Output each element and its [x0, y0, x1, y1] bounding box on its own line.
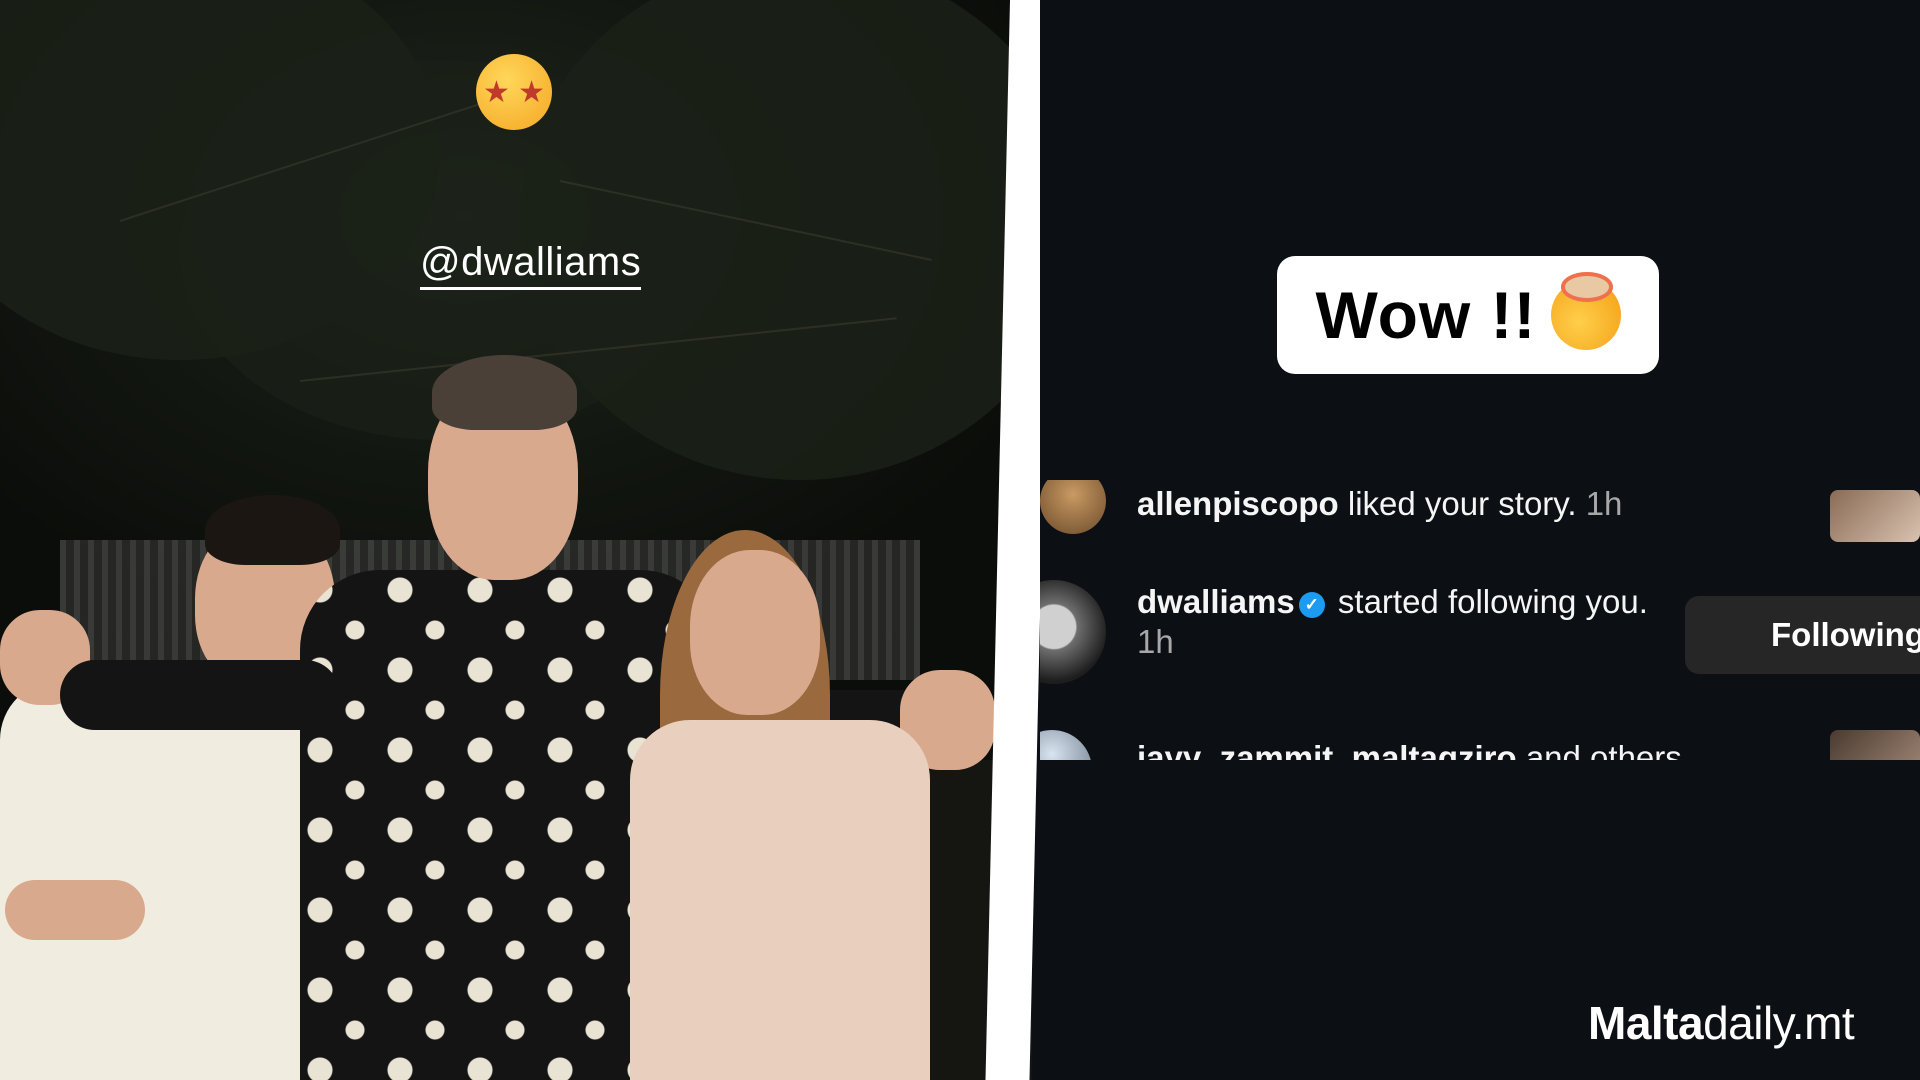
reply-text: Wow !! — [1315, 278, 1537, 352]
avatar[interactable] — [1040, 730, 1092, 760]
notification-time: 1h — [1576, 485, 1623, 522]
beige-top — [630, 720, 930, 1080]
face — [690, 550, 820, 715]
reply-sticker: Wow !! — [1277, 256, 1659, 374]
notification-message: started following you. — [1328, 583, 1648, 620]
notification-text: jayy_zammit, maltagziro and others — [1137, 738, 1682, 760]
story-mention-tag[interactable]: @dwalliams — [420, 240, 642, 290]
notification-row[interactable]: jayy_zammit, maltagziro and others — [1040, 730, 1920, 760]
notification-text: dwalliams ✓ started following you. 1h — [1137, 582, 1657, 662]
notification-text: allenpiscopo liked your story. 1h — [1137, 484, 1622, 524]
exploding-head-emoji-icon — [1550, 272, 1621, 350]
star-struck-emoji-icon: ★ ★ — [476, 54, 552, 130]
avatar[interactable] — [1040, 580, 1106, 684]
notification-username[interactable]: dwalliams — [1137, 583, 1295, 620]
notifications-panel: Wow !! allenpiscopo liked your story. 1h… — [1040, 0, 1920, 1080]
hand — [5, 880, 145, 940]
notification-message: and others — [1516, 739, 1682, 760]
notification-time: 1h — [1137, 623, 1174, 660]
verified-badge-icon: ✓ — [1298, 592, 1325, 618]
notification-message: liked your story. — [1338, 485, 1577, 522]
arm — [60, 660, 340, 730]
logo-text-rest: daily.mt — [1703, 997, 1855, 1049]
following-button[interactable]: Following — [1685, 596, 1920, 674]
logo-text-bold: Malta — [1588, 997, 1704, 1049]
hair — [205, 495, 340, 565]
notification-username[interactable]: allenpiscopo — [1137, 485, 1339, 522]
notification-username[interactable]: jayy_zammit, maltagziro — [1137, 739, 1517, 760]
story-photo: ★ ★ @dwalliams — [0, 0, 1032, 1080]
story-thumbnail[interactable] — [1830, 490, 1920, 542]
avatar[interactable] — [1040, 480, 1106, 534]
hair — [432, 355, 577, 430]
notification-row[interactable]: allenpiscopo liked your story. 1h — [1040, 480, 1920, 550]
story-thumbnail[interactable] — [1830, 730, 1920, 760]
maltadaily-logo: Maltadaily.mt — [1588, 996, 1855, 1050]
